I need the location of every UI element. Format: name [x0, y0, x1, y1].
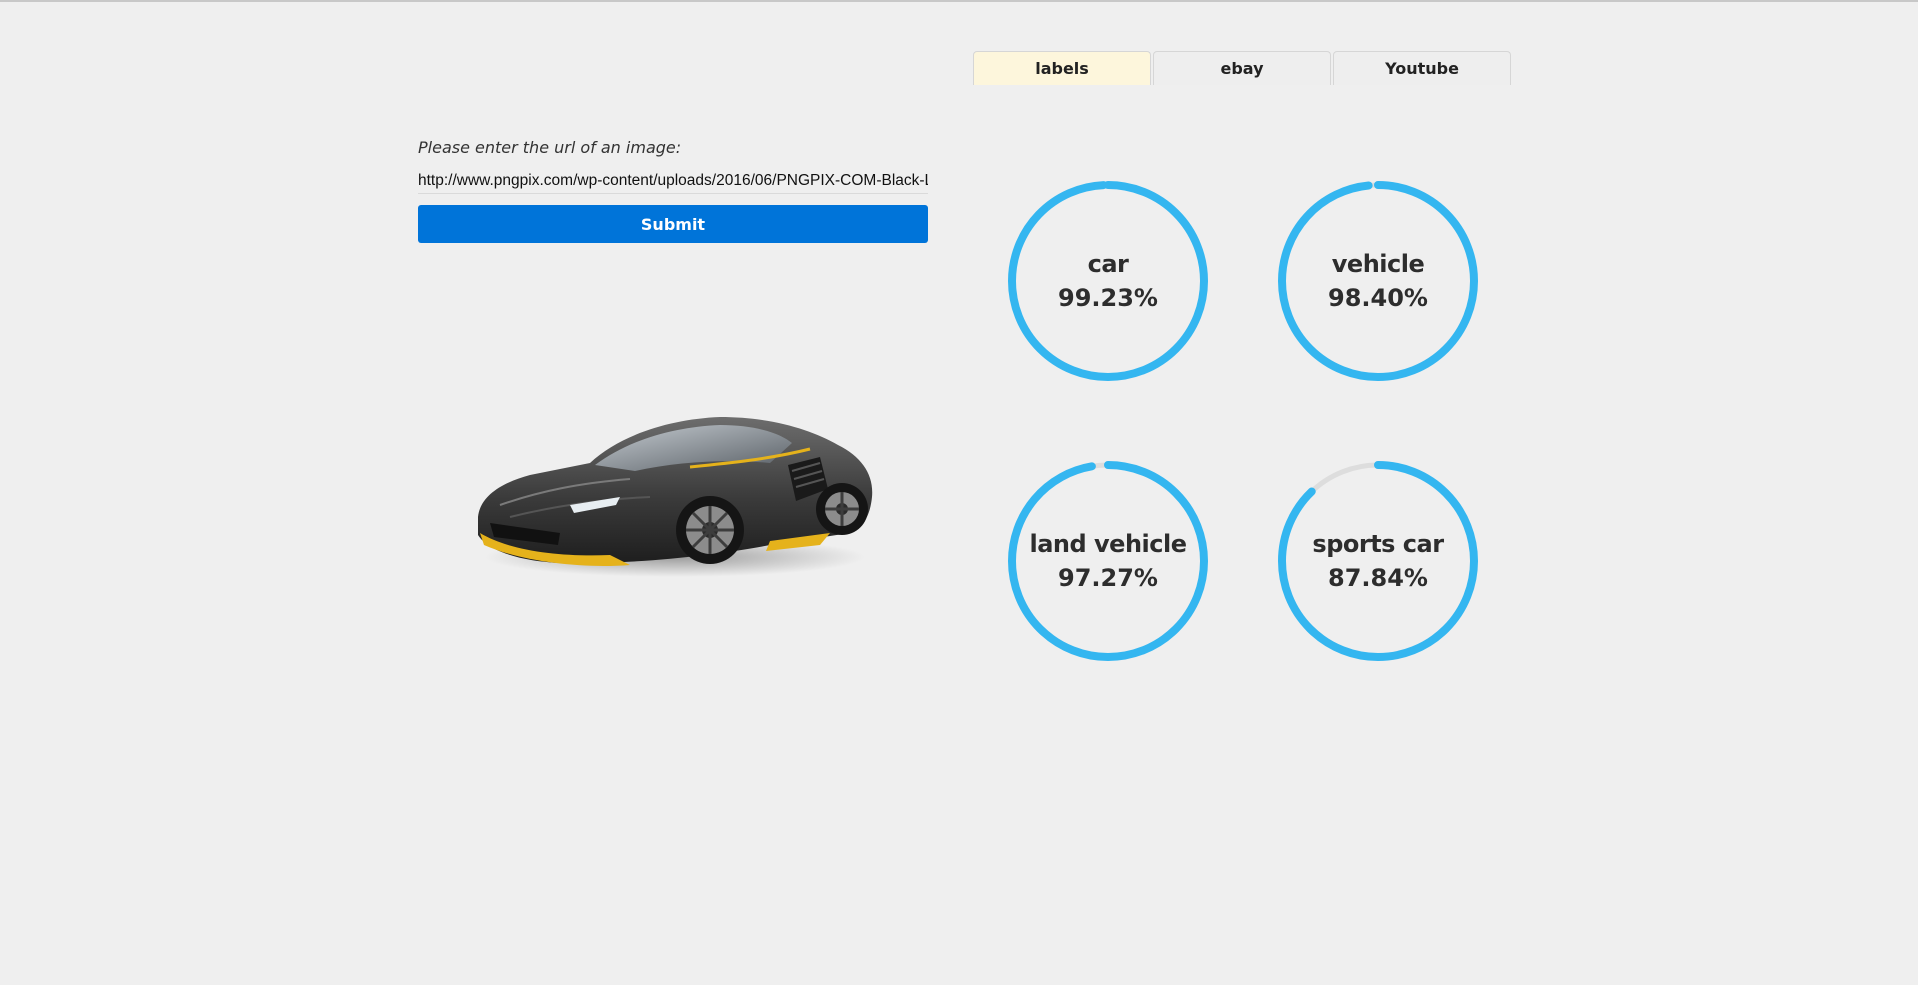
- gauge-value: 98.40%: [1328, 284, 1428, 312]
- url-form: Please enter the url of an image: Submit: [418, 136, 928, 243]
- result-gauge-vehicle: vehicle 98.40%: [1274, 177, 1482, 385]
- tab-bar: labels ebay Youtube: [973, 51, 1513, 85]
- gauge-label: vehicle: [1331, 250, 1425, 278]
- image-url-input[interactable]: [418, 168, 928, 194]
- gauge-value: 87.84%: [1328, 564, 1428, 592]
- result-gauge-sports-car: sports car 87.84%: [1274, 457, 1482, 665]
- window-top-border: [0, 0, 1918, 2]
- result-gauge-car: car 99.23%: [1004, 177, 1212, 385]
- submit-button[interactable]: Submit: [418, 205, 928, 243]
- gauge-label: sports car: [1312, 530, 1444, 558]
- gauge-value: 99.23%: [1058, 284, 1158, 312]
- result-gauge-land-vehicle: land vehicle 97.27%: [1004, 457, 1212, 665]
- car-image: [470, 405, 878, 585]
- tab-labels[interactable]: labels: [973, 51, 1151, 85]
- tab-youtube[interactable]: Youtube: [1333, 51, 1511, 85]
- gauge-value: 97.27%: [1058, 564, 1158, 592]
- url-prompt-label: Please enter the url of an image:: [418, 138, 682, 157]
- gauge-label: car: [1087, 250, 1129, 278]
- tab-ebay[interactable]: ebay: [1153, 51, 1331, 85]
- gauge-label: land vehicle: [1029, 530, 1187, 558]
